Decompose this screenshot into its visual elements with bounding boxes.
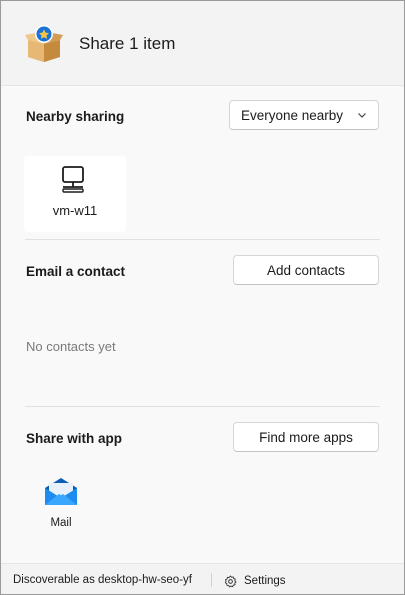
email-contact-label: Email a contact [26,264,126,279]
discoverable-text: Discoverable as desktop-hw-seo-yf [13,574,192,586]
share-with-app-label: Share with app [26,431,123,446]
app-tile-mail[interactable]: Mail [41,477,81,537]
share-dialog: Share 1 item Nearby sharing Everyone nea… [0,0,405,595]
settings-label: Settings [244,575,286,587]
device-name: vm-w11 [52,203,98,218]
add-contacts-button[interactable]: Add contacts [233,255,379,285]
share-box-icon [25,25,63,62]
dialog-header: Share 1 item [1,1,404,86]
mail-icon [45,478,77,505]
dialog-title: Share 1 item [79,34,176,53]
dialog-footer: Discoverable as desktop-hw-seo-yf Settin… [1,563,404,594]
add-contacts-button-label: Add contacts [266,262,346,278]
settings-link[interactable]: Settings [224,573,286,589]
computer-icon [62,166,84,193]
nearby-sharing-label: Nearby sharing [26,109,125,124]
gear-icon [224,575,237,587]
no-contacts-text: No contacts yet [26,339,116,354]
device-tile-vm-w11[interactable]: vm-w11 [24,156,126,232]
nearby-sharing-dropdown[interactable]: Everyone nearby [229,100,379,130]
divider [25,406,380,407]
footer-separator [211,573,212,587]
dialog-content: Nearby sharing Everyone nearby vm-w11 Em… [1,86,404,563]
chevron-down-icon [358,113,366,118]
divider [25,239,380,240]
find-more-apps-button[interactable]: Find more apps [233,422,379,452]
nearby-sharing-dropdown-value: Everyone nearby [241,107,344,123]
find-more-apps-button-label: Find more apps [259,429,353,445]
app-name: Mail [50,517,72,529]
